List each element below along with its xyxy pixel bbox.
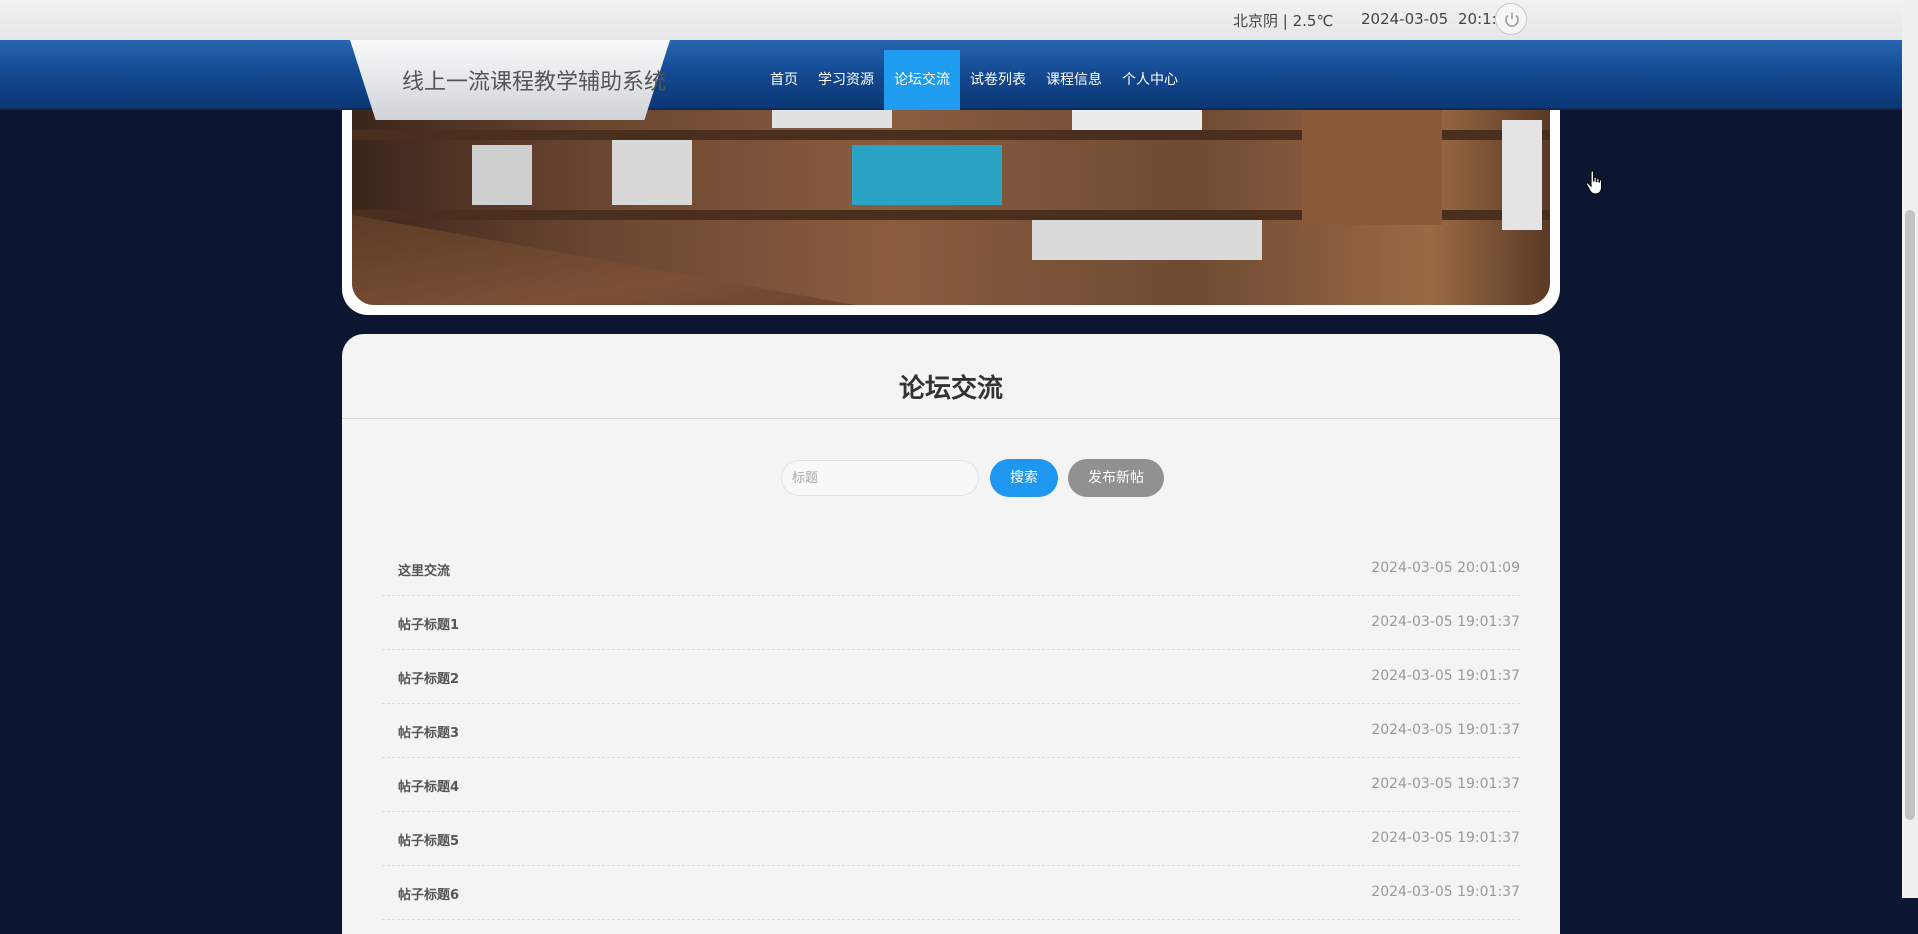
nav-learning-resources[interactable]: 学习资源 [808,50,884,110]
top-status-bar: 北京阴 | 2.5℃ 2024-03-05 20:1:35 [0,0,1902,40]
post-row[interactable]: 帖子标题5 2024-03-05 19:01:37 [382,812,1520,866]
hand-cursor-icon [1585,170,1603,195]
search-input[interactable] [781,460,979,496]
post-row[interactable]: 帖子标题3 2024-03-05 19:01:37 [382,704,1520,758]
post-title[interactable]: 这里交流 [398,560,450,579]
weather-text: 北京阴 | 2.5℃ [1233,12,1334,30]
logout-button[interactable] [1495,3,1527,35]
title-divider [342,418,1560,419]
post-title[interactable]: 帖子标题2 [398,668,459,687]
post-row[interactable]: 这里交流 2024-03-05 20:01:09 [382,542,1520,596]
post-title[interactable]: 帖子标题4 [398,776,459,795]
main-nav: 首页 学习资源 论坛交流 试卷列表 课程信息 个人中心 [760,50,1188,110]
post-row[interactable]: 帖子标题1 2024-03-05 19:01:37 [382,596,1520,650]
nav-forum[interactable]: 论坛交流 [884,50,960,110]
post-list: 这里交流 2024-03-05 20:01:09 帖子标题1 2024-03-0… [382,542,1520,920]
nav-personal-center[interactable]: 个人中心 [1112,50,1188,110]
post-time: 2024-03-05 19:01:37 [1371,830,1520,846]
nav-home[interactable]: 首页 [760,50,808,110]
post-row[interactable]: 帖子标题6 2024-03-05 19:01:37 [382,866,1520,920]
post-time: 2024-03-05 19:01:37 [1371,614,1520,630]
date-text: 2024-03-05 [1361,10,1449,28]
forum-card: 论坛交流 搜索 发布新帖 这里交流 2024-03-05 20:01:09 帖子… [342,334,1560,934]
page-title: 论坛交流 [898,374,1003,404]
nav-course-info[interactable]: 课程信息 [1036,50,1112,110]
search-button[interactable]: 搜索 [990,459,1058,497]
post-time: 2024-03-05 20:01:09 [1371,560,1520,576]
post-row[interactable]: 帖子标题4 2024-03-05 19:01:37 [382,758,1520,812]
post-row[interactable]: 帖子标题2 2024-03-05 19:01:37 [382,650,1520,704]
site-title: 线上一流课程教学辅助系统 [402,70,667,95]
power-icon [1505,12,1519,27]
new-post-button[interactable]: 发布新帖 [1068,459,1164,497]
post-title[interactable]: 帖子标题3 [398,722,459,741]
post-title[interactable]: 帖子标题6 [398,884,459,903]
post-title[interactable]: 帖子标题5 [398,830,459,849]
post-time: 2024-03-05 19:01:37 [1371,722,1520,738]
scrollbar-thumb[interactable] [1905,210,1915,820]
post-time: 2024-03-05 19:01:37 [1371,668,1520,684]
post-time: 2024-03-05 19:01:37 [1371,776,1520,792]
nav-exam-list[interactable]: 试卷列表 [960,50,1036,110]
post-title[interactable]: 帖子标题1 [398,614,459,633]
